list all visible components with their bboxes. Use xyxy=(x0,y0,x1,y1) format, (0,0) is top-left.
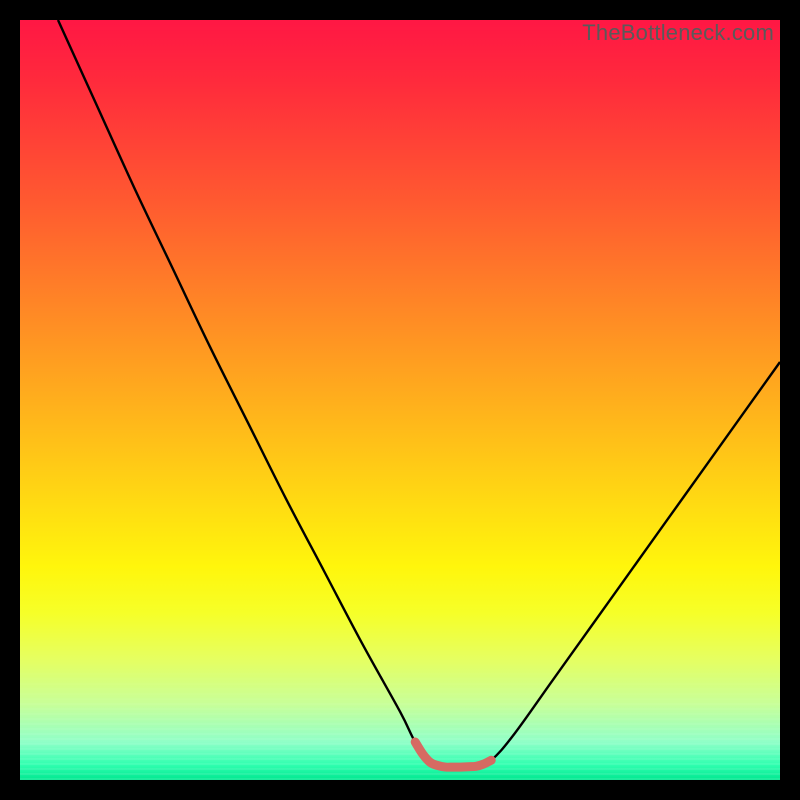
optimal-range-highlight-path xyxy=(415,742,491,767)
bottleneck-curve-path xyxy=(58,20,780,767)
chart-frame: TheBottleneck.com xyxy=(0,0,800,800)
chart-plot-area: TheBottleneck.com xyxy=(20,20,780,780)
curve-layer xyxy=(20,20,780,780)
